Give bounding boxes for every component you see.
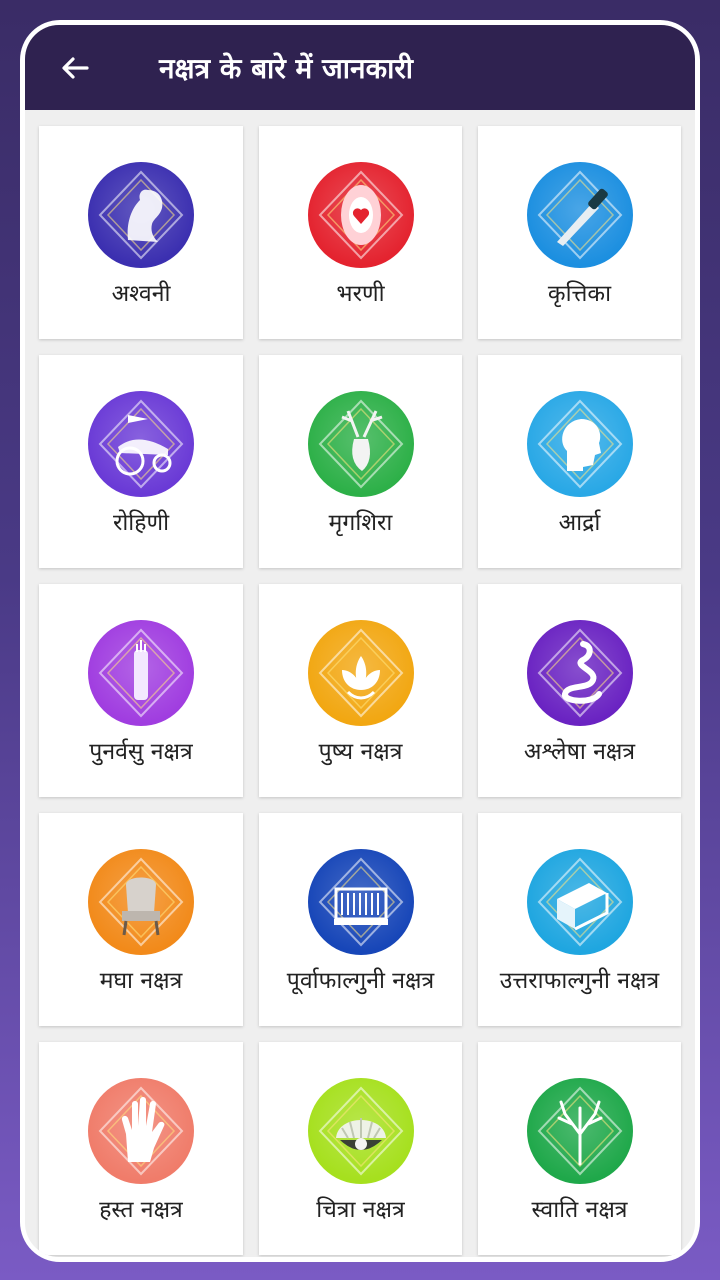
nakshatra-card[interactable]: स्वाति नक्षत्र <box>478 1042 681 1255</box>
app-bar: नक्षत्र के बारे में जानकारी <box>25 25 695 110</box>
throne-icon <box>88 849 194 955</box>
nakshatra-card[interactable]: रोहिणी <box>39 355 243 568</box>
lotus-icon <box>307 620 414 726</box>
yoni-icon <box>307 162 414 268</box>
nakshatra-card[interactable]: चित्रा नक्षत्र <box>259 1042 462 1255</box>
nakshatra-label: अश्लेषा नक्षत्र <box>523 739 636 765</box>
page-title: नक्षत्र के बारे में जानकारी <box>159 51 414 85</box>
nakshatra-label: चित्रा नक्षत्र <box>316 1197 405 1223</box>
nakshatra-card[interactable]: आर्द्रा <box>478 355 681 568</box>
nakshatra-card[interactable]: पूर्वाफाल्गुनी नक्षत्र <box>259 813 462 1026</box>
snake-icon <box>526 620 633 726</box>
nakshatra-label: हस्त नक्षत्र <box>99 1197 183 1223</box>
nakshatra-card[interactable]: मृगशिरा <box>259 355 462 568</box>
bed-front-icon <box>307 849 414 955</box>
nakshatra-card[interactable]: अश्वनी <box>39 126 243 339</box>
quiver-icon <box>88 620 194 726</box>
back-arrow-icon <box>62 56 89 79</box>
nakshatra-card[interactable]: हस्त नक्षत्र <box>39 1042 243 1255</box>
nakshatra-card[interactable]: कृत्तिका <box>478 126 681 339</box>
nakshatra-card[interactable]: भरणी <box>259 126 462 339</box>
hand-icon <box>88 1078 194 1184</box>
nakshatra-label: पुनर्वसु नक्षत्र <box>89 739 193 765</box>
deer-icon <box>307 391 414 497</box>
nakshatra-card[interactable]: मघा नक्षत्र <box>39 813 243 1026</box>
tree-icon <box>526 1078 633 1184</box>
horse-icon <box>88 162 194 268</box>
bed-icon <box>526 849 633 955</box>
nakshatra-label: स्वाति नक्षत्र <box>531 1197 628 1223</box>
back-button[interactable] <box>45 38 105 98</box>
nakshatra-label: आर्द्रा <box>558 510 601 536</box>
nakshatra-card[interactable]: अश्लेषा नक्षत्र <box>478 584 681 797</box>
head-icon <box>526 391 633 497</box>
nakshatra-label: कृत्तिका <box>547 281 612 307</box>
nakshatra-grid: अश्वनी भरणी कृत्तिका रोहिणी मृगशिरा आर्द्रा पु… <box>25 110 695 1257</box>
screen: नक्षत्र के बारे में जानकारी अश्वनी भरणी कृ… <box>25 25 695 1257</box>
nakshatra-label: उत्तराफाल्गुनी नक्षत्र <box>499 968 660 994</box>
nakshatra-label: अश्वनी <box>111 281 171 307</box>
nakshatra-label: मृगशिरा <box>328 510 393 536</box>
nakshatra-label: पूर्वाफाल्गुनी नक्षत्र <box>286 968 435 994</box>
nakshatra-card[interactable]: पुष्य नक्षत्र <box>259 584 462 797</box>
pearl-shell-icon <box>307 1078 414 1184</box>
nakshatra-label: भरणी <box>336 281 385 307</box>
nakshatra-card[interactable]: उत्तराफाल्गुनी नक्षत्र <box>478 813 681 1026</box>
nakshatra-label: मघा नक्षत्र <box>99 968 183 994</box>
knife-icon <box>526 162 633 268</box>
nakshatra-label: रोहिणी <box>112 510 170 536</box>
nakshatra-label: पुष्य नक्षत्र <box>318 739 403 765</box>
nakshatra-card[interactable]: पुनर्वसु नक्षत्र <box>39 584 243 797</box>
device-frame: नक्षत्र के बारे में जानकारी अश्वनी भरणी कृ… <box>20 20 700 1262</box>
chariot-icon <box>88 391 194 497</box>
